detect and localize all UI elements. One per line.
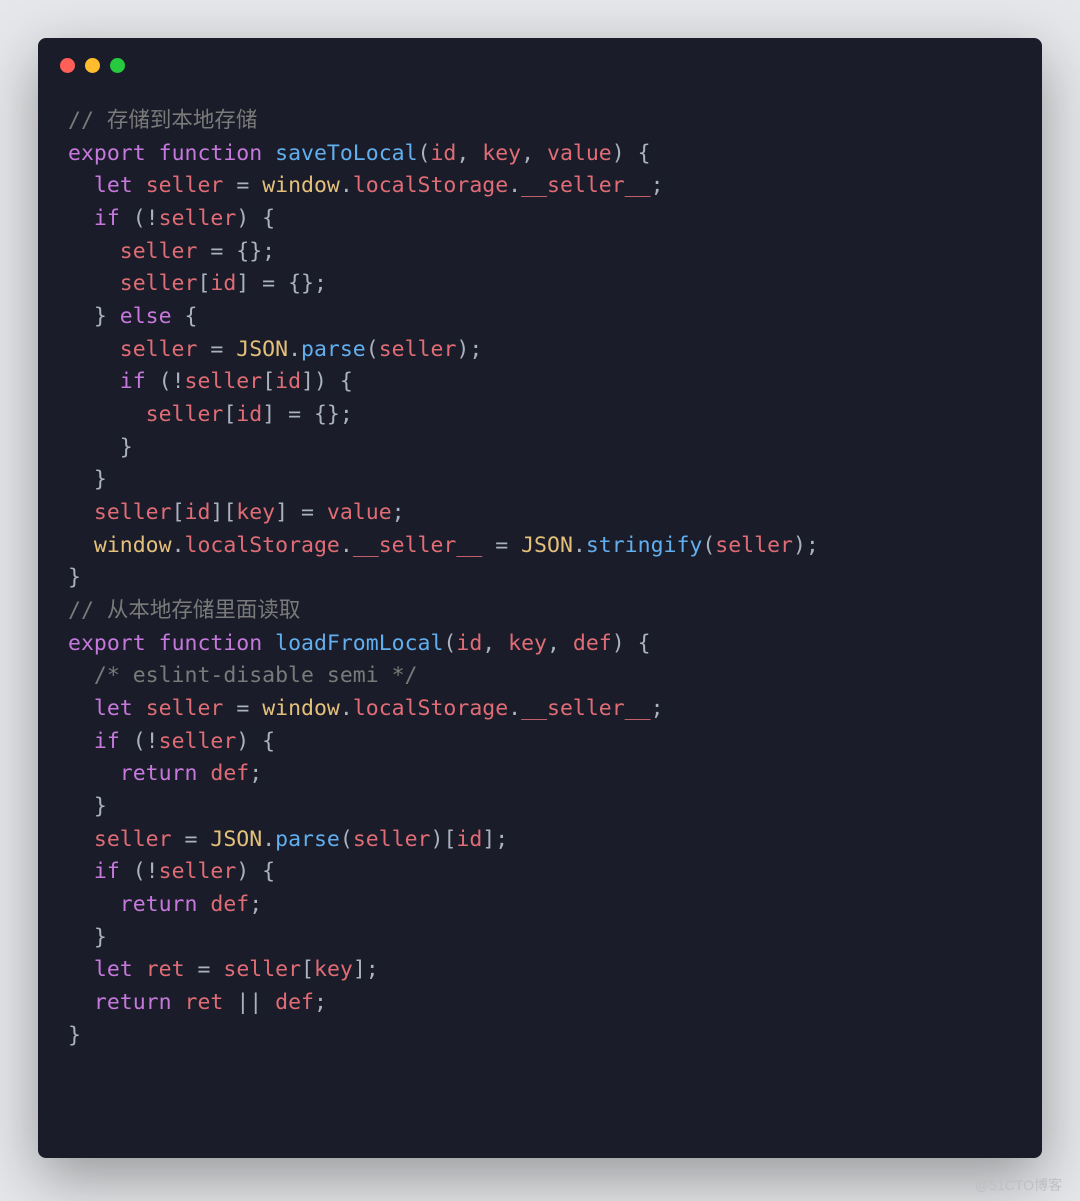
- variable: seller: [185, 369, 263, 394]
- property: __seller__: [521, 696, 650, 721]
- argument: seller: [353, 827, 431, 852]
- variable: seller: [94, 500, 172, 525]
- variable: id: [456, 827, 482, 852]
- param: key: [482, 141, 521, 166]
- keyword-export: export: [68, 141, 146, 166]
- variable: seller: [120, 239, 198, 264]
- argument: seller: [715, 533, 793, 558]
- property: __seller__: [353, 533, 482, 558]
- property: localStorage: [353, 173, 508, 198]
- keyword-if: if: [94, 859, 120, 884]
- keyword-if: if: [120, 369, 146, 394]
- variable: value: [327, 500, 392, 525]
- variable: seller: [223, 957, 301, 982]
- keyword-let: let: [94, 173, 133, 198]
- keyword-function: function: [159, 631, 263, 656]
- method: stringify: [586, 533, 703, 558]
- object: JSON: [236, 337, 288, 362]
- method: parse: [275, 827, 340, 852]
- window-titlebar: [38, 38, 1042, 83]
- variable: id: [275, 369, 301, 394]
- object: JSON: [521, 533, 573, 558]
- property: localStorage: [185, 533, 340, 558]
- object: window: [262, 696, 340, 721]
- keyword-let: let: [94, 696, 133, 721]
- object: window: [262, 173, 340, 198]
- param: id: [430, 141, 456, 166]
- comment: // 存储到本地存储: [68, 108, 257, 133]
- object: JSON: [210, 827, 262, 852]
- param: id: [456, 631, 482, 656]
- comment: // 从本地存储里面读取: [68, 598, 300, 623]
- variable: def: [275, 990, 314, 1015]
- property: localStorage: [353, 696, 508, 721]
- variable: seller: [159, 729, 237, 754]
- code-block: // 存储到本地存储 export function saveToLocal(i…: [38, 83, 1042, 1082]
- variable: seller: [159, 859, 237, 884]
- keyword-if: if: [94, 206, 120, 231]
- variable: id: [185, 500, 211, 525]
- param: value: [547, 141, 612, 166]
- keyword-else: else: [120, 304, 172, 329]
- keyword-let: let: [94, 957, 133, 982]
- variable: key: [314, 957, 353, 982]
- keyword-export: export: [68, 631, 146, 656]
- variable: seller: [120, 337, 198, 362]
- comment: /* eslint-disable semi */: [94, 663, 418, 688]
- variable: ret: [185, 990, 224, 1015]
- keyword-return: return: [120, 761, 198, 786]
- close-icon[interactable]: [60, 58, 75, 73]
- property: __seller__: [521, 173, 650, 198]
- variable: ret: [146, 957, 185, 982]
- variable: id: [210, 271, 236, 296]
- variable: seller: [120, 271, 198, 296]
- argument: seller: [379, 337, 457, 362]
- variable: def: [210, 892, 249, 917]
- param: def: [573, 631, 612, 656]
- maximize-icon[interactable]: [110, 58, 125, 73]
- param: key: [508, 631, 547, 656]
- keyword-return: return: [94, 990, 172, 1015]
- variable: key: [236, 500, 275, 525]
- object: window: [94, 533, 172, 558]
- variable: seller: [146, 402, 224, 427]
- function-name: saveToLocal: [275, 141, 417, 166]
- keyword-if: if: [94, 729, 120, 754]
- variable: seller: [146, 696, 224, 721]
- keyword-function: function: [159, 141, 263, 166]
- method: parse: [301, 337, 366, 362]
- code-window: // 存储到本地存储 export function saveToLocal(i…: [38, 38, 1042, 1158]
- variable: seller: [146, 173, 224, 198]
- variable: seller: [94, 827, 172, 852]
- variable: def: [210, 761, 249, 786]
- variable: id: [236, 402, 262, 427]
- minimize-icon[interactable]: [85, 58, 100, 73]
- variable: seller: [159, 206, 237, 231]
- keyword-return: return: [120, 892, 198, 917]
- watermark: @51CTO博客: [975, 1175, 1062, 1195]
- function-name: loadFromLocal: [275, 631, 443, 656]
